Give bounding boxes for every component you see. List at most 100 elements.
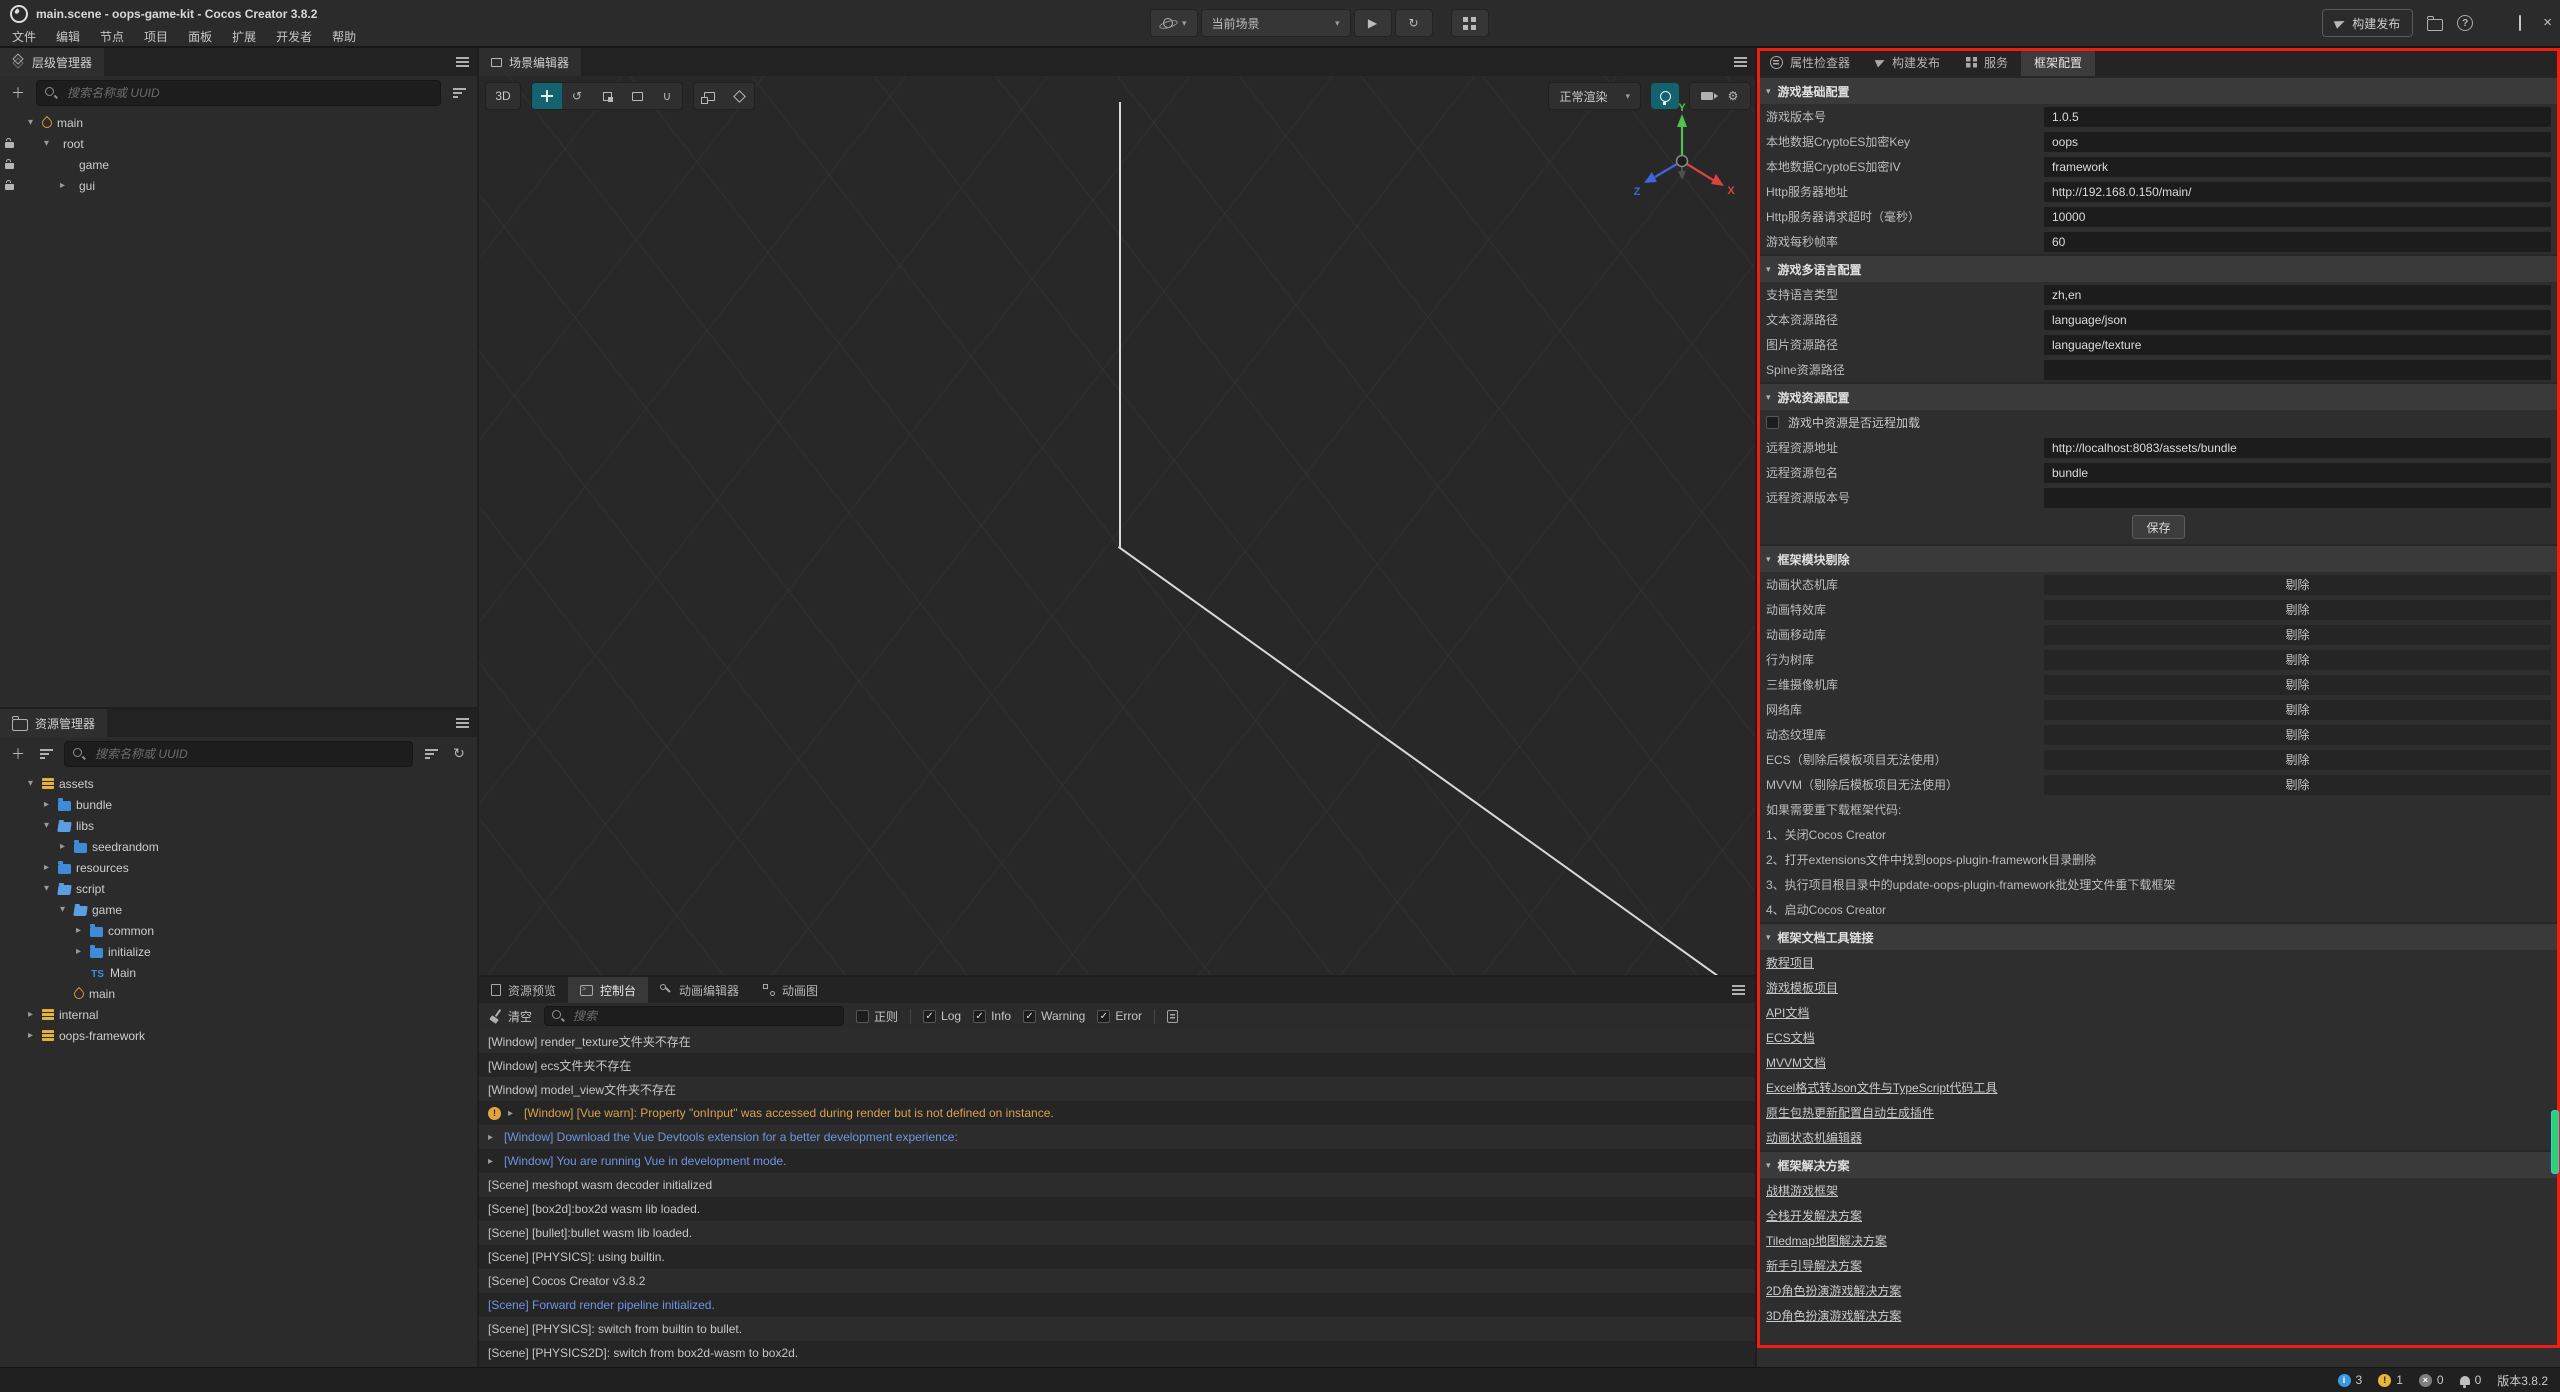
scene-viewport[interactable]: 3D ↺ ∪ 正常渲染 ▾ (479, 76, 1755, 975)
create-asset-button[interactable]: ＋ (8, 744, 28, 764)
log-filter-checkbox[interactable]: Info (973, 1009, 1011, 1023)
scene-tab[interactable]: 场景编辑器 (479, 48, 581, 76)
y-axis-label[interactable]: Y (1678, 102, 1686, 114)
info-count[interactable]: i 3 (2338, 1373, 2363, 1387)
console-search-input[interactable] (571, 1008, 836, 1024)
asset-node[interactable]: Main (0, 962, 477, 983)
play-button[interactable]: ▶ (1354, 9, 1392, 37)
z-axis-label[interactable]: Z (1634, 186, 1641, 198)
section-module-trim[interactable]: 框架模块剔除 (1757, 544, 2560, 572)
checkbox[interactable] (1097, 1010, 1110, 1023)
collider-view-button[interactable] (724, 83, 754, 109)
field-input[interactable]: 10000 (2044, 207, 2551, 227)
console-tab[interactable]: 控制台 (568, 977, 648, 1003)
lock-icon[interactable] (5, 163, 14, 169)
doc-link[interactable]: 游戏模板项目 (1766, 979, 1838, 996)
menu-item[interactable]: 帮助 (322, 28, 366, 45)
console-log-row[interactable]: [Window] You are running Vue in developm… (479, 1149, 1755, 1173)
expand-arrow-icon[interactable] (40, 883, 53, 894)
section-resource-config[interactable]: 游戏资源配置 (1757, 382, 2560, 410)
solution-link[interactable]: 3D角色扮演游戏解决方案 (1766, 1307, 1901, 1324)
build-publish-button[interactable]: 构建发布 (2322, 9, 2413, 37)
field-input[interactable]: bundle (2044, 463, 2551, 483)
hierarchy-node[interactable]: main (0, 112, 477, 133)
menu-item[interactable]: 开发者 (266, 28, 322, 45)
checkbox[interactable] (1023, 1010, 1036, 1023)
doc-link[interactable]: 教程项目 (1766, 954, 1814, 971)
maximize-button[interactable] (2519, 16, 2521, 30)
checkbox[interactable] (856, 1010, 869, 1023)
console-log-row[interactable]: [Scene] [PHYSICS]: switch from builtin t… (479, 1317, 1755, 1341)
console-tab[interactable]: 动画图 (751, 977, 830, 1003)
assets-searchbox[interactable] (64, 741, 413, 767)
doc-link[interactable]: ECS文档 (1766, 1029, 1815, 1046)
hierarchy-filter-button[interactable] (449, 83, 469, 103)
asset-node[interactable]: assets (0, 773, 477, 794)
inspector-scrollbar-thumb[interactable] (2551, 1110, 2559, 1174)
expand-chevron-icon[interactable] (508, 1108, 521, 1119)
asset-node[interactable]: internal (0, 1004, 477, 1025)
expand-arrow-icon[interactable] (24, 1009, 37, 1020)
scene-menu-button[interactable] (1734, 48, 1747, 76)
console-clear-button[interactable]: 清空 (489, 1008, 532, 1025)
console-log-row[interactable]: [Scene] [PHYSICS2D]: switch from box2d-w… (479, 1341, 1755, 1365)
log-filter-checkbox[interactable]: Log (923, 1009, 961, 1023)
menu-item[interactable]: 节点 (90, 28, 134, 45)
lock-icon[interactable] (5, 142, 14, 148)
inspector-tab[interactable]: 属性检查器 (1757, 48, 1863, 76)
hierarchy-menu-button[interactable] (456, 48, 469, 76)
log-filter-checkbox[interactable]: Warning (1023, 1009, 1085, 1023)
asset-node[interactable]: bundle (0, 794, 477, 815)
asset-node[interactable]: seedrandom (0, 836, 477, 857)
menu-item[interactable]: 扩展 (222, 28, 266, 45)
expand-arrow-icon[interactable] (24, 1030, 37, 1041)
open-project-folder-button[interactable] (2427, 10, 2443, 36)
remove-module-button[interactable]: 剔除 (2044, 650, 2551, 670)
help-button[interactable]: ? (2457, 10, 2473, 36)
remote-load-checkbox[interactable] (1766, 416, 1779, 429)
solution-link[interactable]: 战棋游戏框架 (1766, 1182, 1838, 1199)
field-input[interactable] (2044, 360, 2551, 380)
doc-link[interactable]: Excel格式转Json文件与TypeScript代码工具 (1766, 1079, 1997, 1096)
console-log-row[interactable]: [Scene] meshopt wasm decoder initialized (479, 1173, 1755, 1197)
create-node-button[interactable]: ＋ (8, 83, 28, 103)
save-button[interactable]: 保存 (2132, 515, 2184, 539)
solution-link[interactable]: 新手引导解决方案 (1766, 1257, 1862, 1274)
rotate-tool-button[interactable]: ↺ (562, 83, 592, 109)
remove-module-button[interactable]: 剔除 (2044, 600, 2551, 620)
doc-link[interactable]: 动画状态机编辑器 (1766, 1129, 1862, 1146)
remove-module-button[interactable]: 剔除 (2044, 675, 2551, 695)
expand-arrow-icon[interactable] (24, 117, 37, 128)
expand-arrow-icon[interactable] (24, 778, 37, 789)
asset-node[interactable]: oops-framework (0, 1025, 477, 1046)
inspector-tab[interactable]: 框架配置 (2021, 48, 2095, 76)
assets-tab[interactable]: 资源管理器 (0, 709, 107, 737)
field-input[interactable]: framework (2044, 157, 2551, 177)
field-input[interactable]: zh,en (2044, 285, 2551, 305)
section-doc-links[interactable]: 框架文档工具链接 (1757, 922, 2560, 950)
inspector-tab[interactable]: 构建发布 (1863, 48, 1953, 76)
console-log-row[interactable]: [Scene] Forward render pipeline initiali… (479, 1293, 1755, 1317)
section-basic-config[interactable]: 游戏基础配置 (1757, 76, 2560, 104)
doc-link[interactable]: MVVM文档 (1766, 1054, 1826, 1071)
remove-module-button[interactable]: 剔除 (2044, 625, 2551, 645)
rect-tool-button[interactable] (622, 83, 652, 109)
doc-link[interactable]: 原生包热更新配置自动生成插件 (1766, 1104, 1934, 1121)
asset-node[interactable]: script (0, 878, 477, 899)
section-solutions[interactable]: 框架解决方案 (1757, 1150, 2560, 1178)
console-log-row[interactable]: [Scene] [bullet]:bullet wasm lib loaded. (479, 1221, 1755, 1245)
console-log-row[interactable]: [Window] [Vue warn]: Property "onInput" … (479, 1101, 1755, 1125)
console-menu-button[interactable] (1732, 977, 1745, 1003)
remove-module-button[interactable]: 剔除 (2044, 575, 2551, 595)
move-tool-button[interactable] (532, 83, 562, 109)
hierarchy-tab[interactable]: 层级管理器 (0, 48, 104, 76)
notification-count[interactable]: 0 (2460, 1373, 2482, 1387)
expand-arrow-icon[interactable] (56, 180, 69, 191)
remove-module-button[interactable]: 剔除 (2044, 725, 2551, 745)
expand-chevron-icon[interactable] (488, 1132, 501, 1143)
expand-arrow-icon[interactable] (72, 925, 85, 936)
asset-node[interactable]: resources (0, 857, 477, 878)
hierarchy-search-input[interactable] (65, 85, 432, 101)
expand-arrow-icon[interactable] (40, 820, 53, 831)
error-count[interactable]: × 0 (2419, 1373, 2444, 1387)
